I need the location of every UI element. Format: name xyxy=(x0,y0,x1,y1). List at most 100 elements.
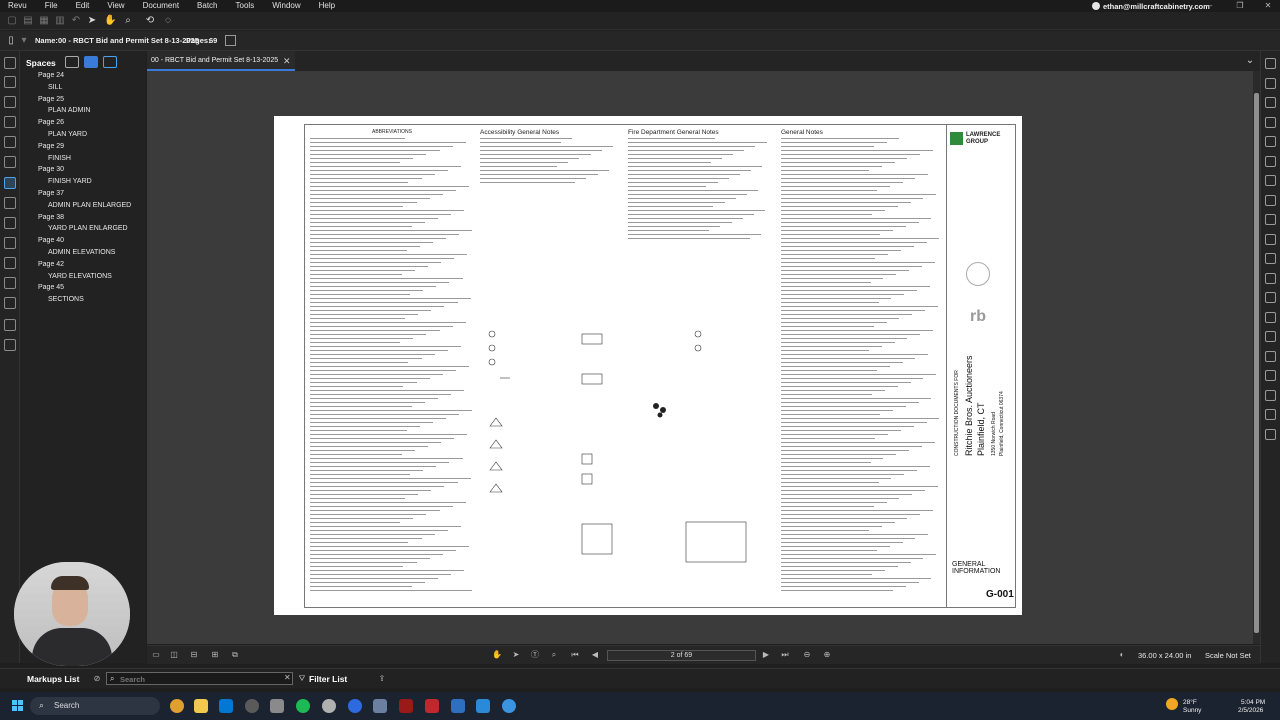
polygon-icon[interactable] xyxy=(1265,272,1276,284)
links-icon[interactable] xyxy=(4,277,16,289)
properties-icon[interactable] xyxy=(4,136,16,148)
previous-page-icon[interactable]: ◀ xyxy=(590,650,600,660)
lasso-icon[interactable]: ◌ xyxy=(162,15,174,27)
measure-area-icon[interactable] xyxy=(1265,331,1276,342)
hide-markups-icon[interactable]: ⊘ xyxy=(92,674,102,684)
space-item[interactable]: YARD ELEVATIONS xyxy=(48,273,112,280)
add-space-icon[interactable] xyxy=(65,56,79,68)
app-icon-13[interactable] xyxy=(476,699,490,713)
print-icon[interactable]: ▥ xyxy=(54,15,66,27)
space-page-item[interactable]: Page 42 xyxy=(38,261,64,268)
file-access-icon[interactable] xyxy=(4,96,16,108)
snapshot-icon[interactable] xyxy=(1265,409,1276,420)
dropdown-chevron-icon[interactable]: ▾ xyxy=(18,35,30,47)
file-explorer-icon[interactable] xyxy=(194,699,208,713)
acrobat-icon[interactable] xyxy=(425,699,439,713)
count-icon[interactable] xyxy=(1265,350,1276,362)
stamp-icon[interactable] xyxy=(1265,155,1276,167)
cloud-icon[interactable] xyxy=(1265,292,1276,303)
scale-status[interactable]: Scale Not Set xyxy=(1205,651,1251,660)
attachment-icon[interactable] xyxy=(1265,428,1276,440)
bookmarks-icon[interactable] xyxy=(4,76,16,88)
pan-icon[interactable]: ✋ xyxy=(492,650,502,660)
vertical-scrollbar[interactable] xyxy=(1253,71,1260,644)
previous-view-icon[interactable]: ⊖ xyxy=(802,650,812,660)
space-item[interactable]: ADMIN ELEVATIONS xyxy=(48,249,115,256)
revu-app-icon[interactable] xyxy=(502,699,516,713)
menu-edit[interactable]: Edit xyxy=(67,0,99,12)
measurements-icon[interactable] xyxy=(4,197,16,209)
highlighter-icon[interactable] xyxy=(1265,77,1276,89)
text-select-icon[interactable]: Ⓣ xyxy=(530,650,540,660)
account-button[interactable]: ethan@millcraftcabinetry.com xyxy=(1092,0,1210,12)
pan-tool-icon[interactable]: ✋ xyxy=(104,15,116,27)
space-item[interactable]: FINISH YARD xyxy=(48,178,92,185)
callout-icon[interactable] xyxy=(1265,116,1276,128)
legend-icon[interactable] xyxy=(1265,370,1276,381)
search-panel-icon[interactable] xyxy=(4,319,16,331)
taskbar-search[interactable]: ⌕ Search xyxy=(30,697,160,715)
clock-time[interactable]: 5:04 PM xyxy=(1241,699,1265,706)
menu-help[interactable]: Help xyxy=(310,0,344,12)
weather-condition[interactable]: Sunny xyxy=(1183,707,1201,714)
compare-icon[interactable]: ⊞ xyxy=(210,650,220,660)
close-tab-icon[interactable]: ✕ xyxy=(283,56,291,67)
tab-list-chevron-icon[interactable]: ⌄ xyxy=(1244,55,1256,67)
weather-temperature[interactable]: 28°F xyxy=(1183,699,1197,706)
menu-batch[interactable]: Batch xyxy=(188,0,226,12)
pen-tool-icon[interactable] xyxy=(1265,58,1276,69)
space-page-item[interactable]: Page 40 xyxy=(38,237,64,244)
next-page-icon[interactable]: ▶ xyxy=(761,650,771,660)
spotify-icon[interactable] xyxy=(296,699,310,713)
space-item[interactable]: PLAN YARD xyxy=(48,131,87,138)
space-item[interactable]: SILL xyxy=(48,84,62,91)
menu-file[interactable]: File xyxy=(36,0,67,12)
arrow-icon[interactable] xyxy=(1265,194,1276,206)
space-options-icon[interactable] xyxy=(103,56,117,68)
space-item[interactable]: ADMIN PLAN ENLARGED xyxy=(48,202,131,209)
spaces-icon[interactable] xyxy=(4,177,16,189)
select-icon[interactable]: ➤ xyxy=(511,650,521,660)
windows-start-icon[interactable] xyxy=(12,700,24,712)
first-page-icon[interactable]: ⏮ xyxy=(570,650,580,660)
chrome-app-icon[interactable] xyxy=(170,699,184,713)
sync-icon[interactable]: ⧉ xyxy=(230,650,240,660)
illustrator-icon[interactable] xyxy=(399,699,413,713)
export-icon[interactable]: ⇪ xyxy=(377,674,387,684)
thumbnails-icon[interactable] xyxy=(4,57,16,69)
menu-revu[interactable]: Revu xyxy=(0,0,36,12)
clock-date[interactable]: 2/5/2026 xyxy=(1238,707,1263,714)
space-item[interactable]: FINISH xyxy=(48,155,71,162)
horizontal-split-icon[interactable]: ⊟ xyxy=(189,650,199,660)
signatures-icon[interactable] xyxy=(4,156,16,168)
save-icon[interactable]: ▦ xyxy=(38,15,50,27)
filter-list-button[interactable]: Filter List xyxy=(309,674,347,684)
zoom-tool-icon[interactable]: ⌕ xyxy=(122,15,134,27)
space-page-item[interactable]: Page 25 xyxy=(38,96,64,103)
page-setup-icon[interactable] xyxy=(225,35,236,46)
rectangle-icon[interactable] xyxy=(1265,233,1276,245)
undo-icon[interactable]: ↶ xyxy=(70,15,82,27)
slack-icon[interactable] xyxy=(245,699,259,713)
space-item[interactable]: SECTIONS xyxy=(48,296,84,303)
page-number-field[interactable]: 2 of 69 xyxy=(607,650,756,661)
comments-icon[interactable] xyxy=(4,339,16,351)
markups-search[interactable]: ⌕ ✕ xyxy=(106,672,293,685)
weather-sun-icon[interactable] xyxy=(1166,698,1178,710)
contrast-icon[interactable]: ◐ xyxy=(1117,650,1127,660)
rotate-icon[interactable]: ⟲ xyxy=(144,15,156,27)
space-page-item[interactable]: Page 26 xyxy=(38,119,64,126)
studio-icon[interactable] xyxy=(4,297,16,309)
space-item[interactable]: YARD PLAN ENLARGED xyxy=(48,225,128,232)
menu-window[interactable]: Window xyxy=(263,0,309,12)
clear-search-icon[interactable]: ✕ xyxy=(284,673,291,682)
space-page-item[interactable]: Page 38 xyxy=(38,214,64,221)
vertical-split-icon[interactable]: ◫ xyxy=(169,650,179,660)
close-window-icon[interactable]: ✕ xyxy=(1258,0,1278,12)
minimize-icon[interactable]: – xyxy=(1200,0,1220,12)
space-page-item[interactable]: Page 37 xyxy=(38,190,64,197)
app-icon-5[interactable] xyxy=(270,699,284,713)
space-page-item[interactable]: Page 30 xyxy=(38,166,64,173)
menu-document[interactable]: Document xyxy=(134,0,188,12)
layers-icon[interactable] xyxy=(4,116,16,128)
